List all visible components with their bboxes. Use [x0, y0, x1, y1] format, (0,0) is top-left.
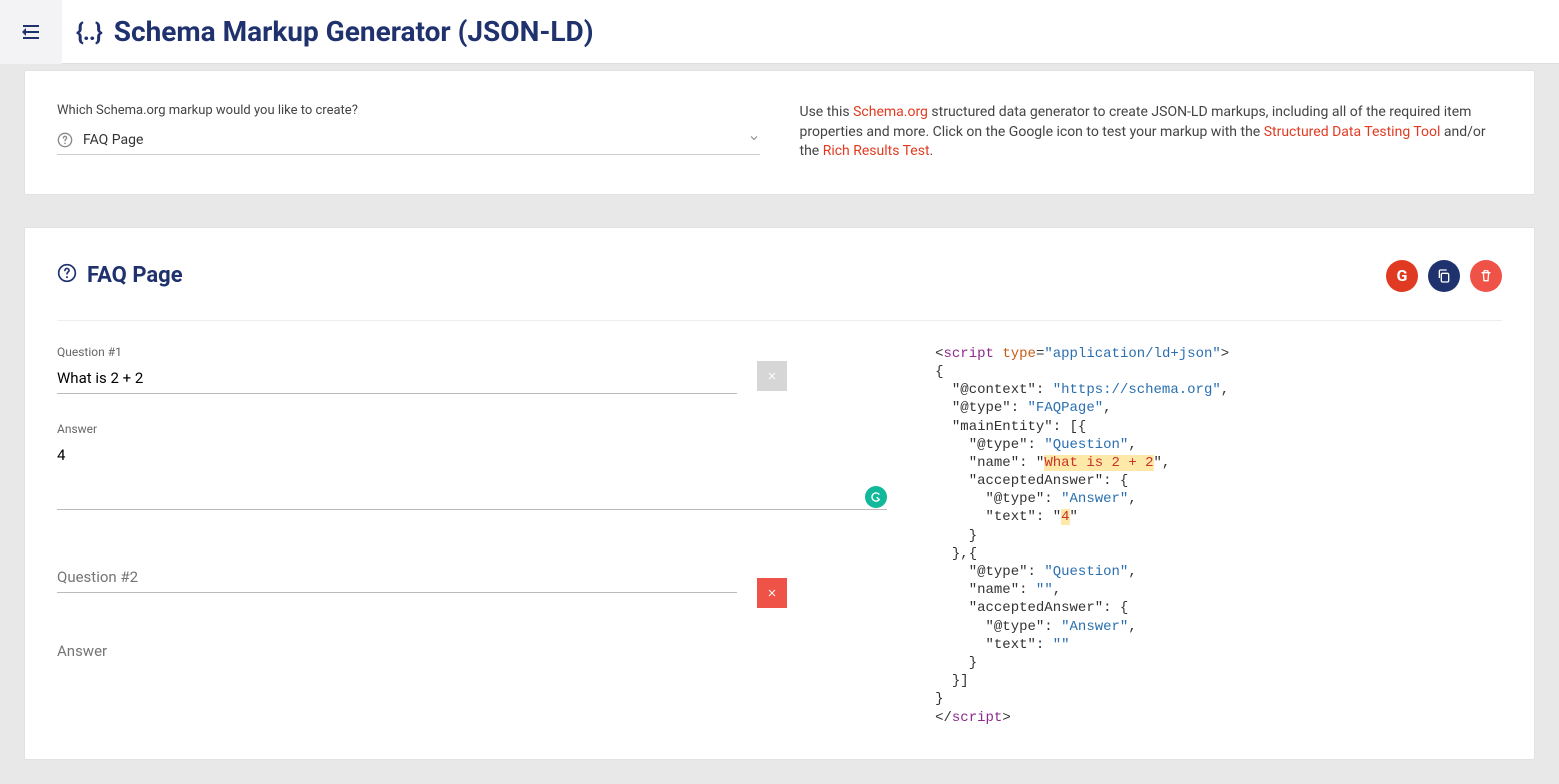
app-header: {..} Schema Markup Generator (JSON-LD): [0, 0, 1559, 64]
remove-question-button: [757, 361, 787, 391]
rich-results-link[interactable]: Rich Results Test: [823, 143, 930, 159]
question-label: Question #1: [57, 345, 737, 359]
braces-icon: {..}: [76, 18, 102, 46]
question-row: [57, 562, 895, 608]
schema-select-value: FAQ Page: [83, 132, 748, 148]
close-icon: [766, 370, 778, 382]
faq-card: FAQ Page G Question #1: [24, 227, 1535, 760]
intro-text: Use this Schema.org structured data gene…: [800, 103, 1503, 162]
question-circle-icon: [57, 132, 73, 148]
schema-org-link[interactable]: Schema.org: [853, 104, 928, 120]
sdtt-link[interactable]: Structured Data Testing Tool: [1264, 124, 1441, 140]
answer-label: Answer: [57, 422, 887, 436]
close-icon: [766, 587, 778, 599]
question-row: Question #1: [57, 345, 895, 394]
schema-select-label: Which Schema.org markup would you like t…: [57, 103, 760, 118]
reset-button[interactable]: [1470, 260, 1502, 292]
schema-select[interactable]: FAQ Page: [57, 132, 760, 155]
grammarly-icon[interactable]: [865, 486, 887, 508]
question-input[interactable]: [57, 363, 737, 394]
menu-collapse-icon: [19, 20, 43, 44]
chevron-down-icon: [748, 132, 760, 148]
selector-card: Which Schema.org markup would you like t…: [24, 70, 1535, 195]
copy-button[interactable]: [1428, 260, 1460, 292]
code-output: <script type="application/ld+json"> { "@…: [935, 345, 1502, 727]
page-title: Schema Markup Generator (JSON-LD): [114, 15, 594, 48]
answer-input[interactable]: [57, 440, 887, 510]
remove-question-button[interactable]: [757, 578, 787, 608]
trash-icon: [1478, 268, 1494, 284]
faq-title: FAQ Page: [57, 263, 183, 289]
answer-input[interactable]: [57, 636, 887, 666]
copy-icon: [1436, 268, 1452, 284]
google-test-button[interactable]: G: [1386, 260, 1418, 292]
question-input[interactable]: [57, 562, 737, 593]
menu-toggle-button[interactable]: [0, 0, 62, 64]
question-circle-icon: [57, 263, 77, 289]
